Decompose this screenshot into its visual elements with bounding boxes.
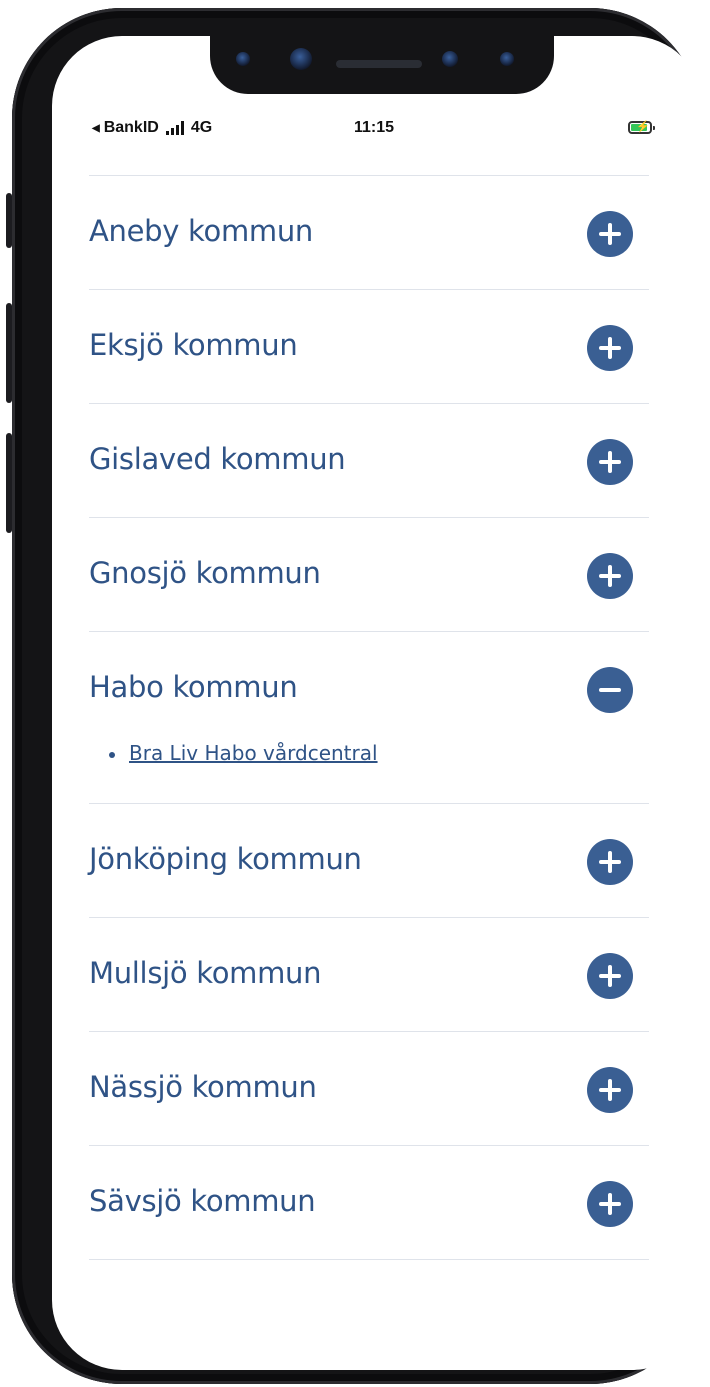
accordion-title: Gnosjö kommun [89, 556, 321, 590]
sensor-icon [500, 52, 514, 66]
accordion-item: Nässjö kommun [89, 1032, 649, 1145]
screen: ◀ BankID 4G 11:15 ⚡ Aneby kommun Eksjö ko… [52, 36, 702, 1370]
accordion-item: Eksjö kommun [89, 290, 649, 403]
accordion-title: Sävsjö kommun [89, 1184, 316, 1218]
accordion-header[interactable]: Sävsjö kommun [89, 1146, 649, 1259]
accordion-title: Gislaved kommun [89, 442, 346, 476]
accordion-header[interactable]: Gislaved kommun [89, 404, 649, 517]
accordion-header[interactable]: Gnosjö kommun [89, 518, 649, 631]
accordion-content: Bra Liv Habo vårdcentral [89, 741, 649, 799]
signal-strength-icon [165, 121, 184, 135]
expand-button[interactable] [587, 839, 633, 885]
expand-button[interactable] [587, 325, 633, 371]
accordion-item: Aneby kommun [89, 176, 649, 289]
accordion-item: Mullsjö kommun [89, 918, 649, 1031]
expand-button[interactable] [587, 553, 633, 599]
list-item: Bra Liv Habo vårdcentral [109, 741, 649, 765]
expand-button[interactable] [587, 439, 633, 485]
sensor-icon [442, 51, 458, 67]
collapse-button[interactable] [587, 667, 633, 713]
accordion-title: Eksjö kommun [89, 328, 298, 362]
accordion-title: Habo kommun [89, 670, 298, 704]
sensor-icon [236, 52, 250, 66]
accordion-title: Mullsjö kommun [89, 956, 322, 990]
front-camera-icon [290, 48, 312, 70]
volume-down-button [6, 433, 12, 533]
accordion-item: Habo kommun Bra Liv Habo vårdcentral [89, 632, 649, 803]
expand-button[interactable] [587, 1067, 633, 1113]
accordion-item: Sävsjö kommun [89, 1146, 649, 1259]
accordion-header[interactable]: Mullsjö kommun [89, 918, 649, 1031]
network-type: 4G [190, 119, 213, 136]
accordion-title: Jönköping kommun [89, 842, 362, 876]
back-to-app-link[interactable]: ◀ BankID 4G [92, 119, 212, 137]
accordion-item: Gnosjö kommun [89, 518, 649, 631]
accordion-title: Aneby kommun [89, 214, 314, 248]
clinic-link[interactable]: Bra Liv Habo vårdcentral [129, 741, 378, 765]
divider [89, 1259, 649, 1260]
back-app-label: BankID [103, 119, 159, 136]
accordion-item: Gislaved kommun [89, 404, 649, 517]
notch [210, 36, 554, 94]
earpiece-speaker [336, 60, 422, 68]
status-bar: ◀ BankID 4G 11:15 ⚡ [52, 116, 702, 142]
battery-charging-icon: ⚡ [628, 121, 655, 134]
volume-up-button [6, 303, 12, 403]
accordion-item: Jönköping kommun [89, 804, 649, 917]
silent-switch [6, 193, 12, 248]
expand-button[interactable] [587, 1181, 633, 1227]
accordion-header[interactable]: Aneby kommun [89, 176, 649, 289]
phone-frame: ◀ BankID 4G 11:15 ⚡ Aneby kommun Eksjö ko… [6, 8, 702, 1384]
accordion-header[interactable]: Nässjö kommun [89, 1032, 649, 1145]
municipality-accordion: Aneby kommun Eksjö kommun Gislaved kommun G… [89, 175, 649, 1260]
accordion-title: Nässjö kommun [89, 1070, 317, 1104]
back-arrow-icon: ◀ [92, 122, 100, 134]
accordion-header[interactable]: Jönköping kommun [89, 804, 649, 917]
expand-button[interactable] [587, 953, 633, 999]
status-time: 11:15 [354, 119, 395, 136]
accordion-header[interactable]: Habo kommun [89, 632, 649, 745]
expand-button[interactable] [587, 211, 633, 257]
accordion-header[interactable]: Eksjö kommun [89, 290, 649, 403]
